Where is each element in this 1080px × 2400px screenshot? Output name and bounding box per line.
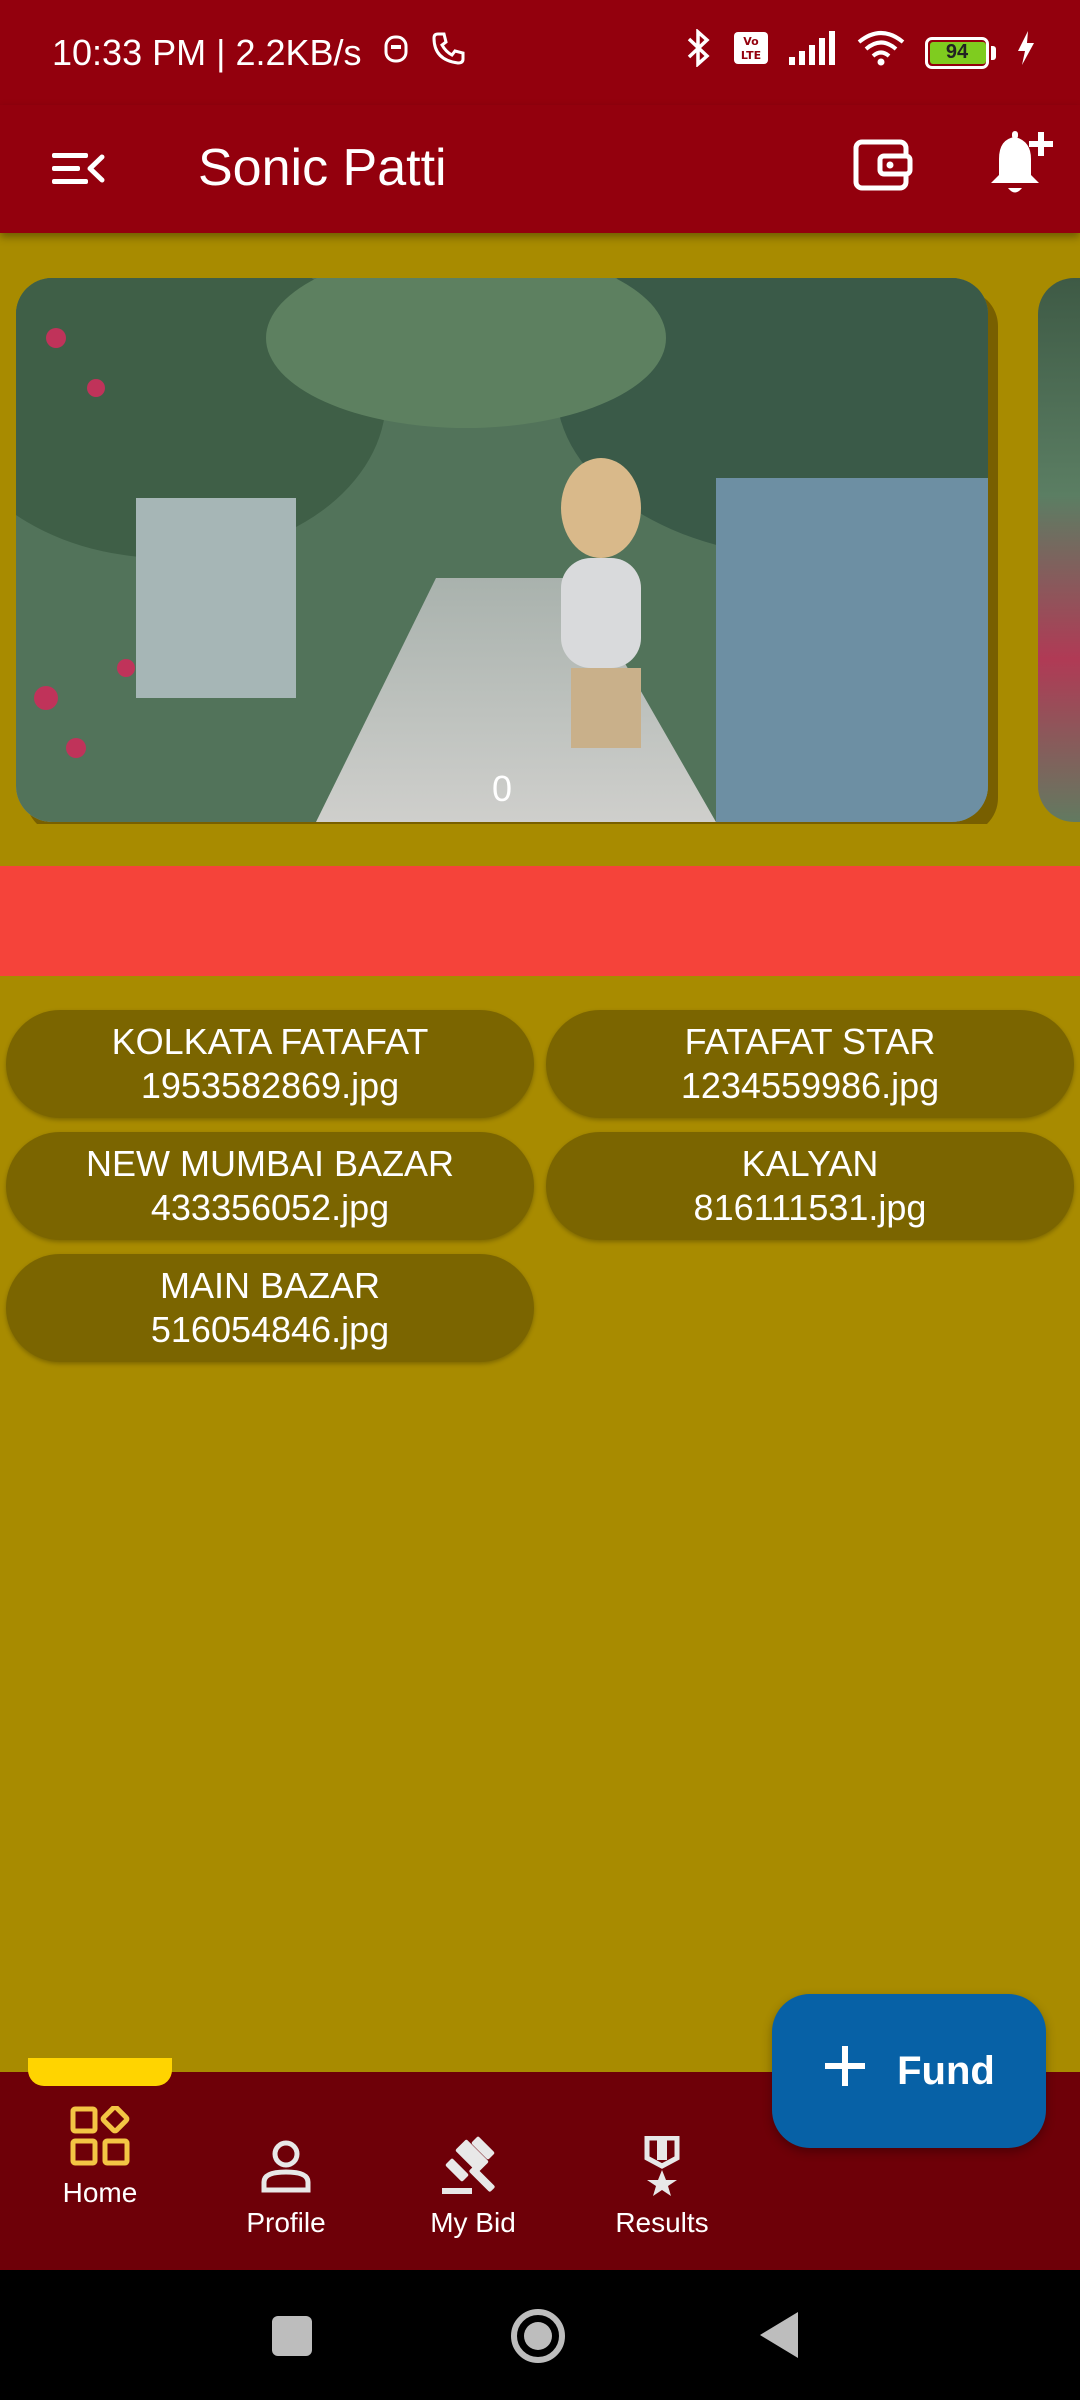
back-button[interactable] [758,2310,802,2360]
fund-button-label: Fund [897,2048,995,2093]
market-image-file: 516054846.jpg [150,1309,390,1350]
status-bar: 10:33 PM | 2.2KB/s Vo LTE 94 [0,0,1080,105]
person-icon [256,2136,316,2201]
nav-item-my-bid[interactable]: My Bid [413,2136,533,2239]
dashboard-icon [70,2104,130,2171]
notice-strip [0,866,1080,976]
bell-plus-icon[interactable] [985,127,1055,203]
market-name: KOLKATA FATAFAT [111,1021,429,1062]
nav-active-indicator [28,2058,172,2086]
market-image-file: 433356052.jpg [150,1187,390,1228]
nav-item-results[interactable]: Results [602,2135,722,2239]
wallet-icon[interactable] [850,132,916,198]
market-card[interactable]: FATAFAT STAR 1234559986.jpg [546,1010,1074,1118]
nav-label-results: Results [615,2207,709,2238]
banner-counter: 0 [491,768,513,809]
app-bar: Sonic Patti [0,105,1080,233]
banner-next-image[interactable] [1038,278,1080,822]
svg-text:Vo: Vo [743,35,759,48]
call-icon [430,30,466,75]
market-image-file: 1953582869.jpg [140,1065,400,1106]
market-card[interactable]: KALYAN 816111531.jpg [546,1132,1074,1240]
market-image-file: 816111531.jpg [693,1187,927,1228]
volte-icon: Vo LTE [733,31,769,74]
menu-collapse-icon[interactable] [48,139,108,199]
alarm-icon [382,31,410,74]
market-grid: KOLKATA FATAFAT 1953582869.jpg FATAFAT S… [6,1010,1074,1362]
wifi-icon [857,30,905,75]
battery-icon: 94 [925,36,989,69]
gavel-icon [440,2136,506,2201]
market-card[interactable]: KOLKATA FATAFAT 1953582869.jpg [6,1010,534,1118]
market-name: NEW MUMBAI BAZAR [85,1143,454,1184]
banner-carousel[interactable]: 0 [0,278,1080,824]
svg-text:LTE: LTE [741,49,761,62]
market-card[interactable]: NEW MUMBAI BAZAR 433356052.jpg [6,1132,534,1240]
market-name: KALYAN [741,1143,879,1184]
recents-button[interactable] [270,2314,314,2358]
system-nav-bar [0,2270,1080,2400]
medal-icon [637,2135,687,2201]
nav-label-home: Home [62,2177,138,2208]
page-title: Sonic Patti [198,139,447,197]
fund-button[interactable]: Fund [772,1994,1046,2148]
market-name: FATAFAT STAR [684,1021,936,1062]
market-image-file: 1234559986.jpg [680,1065,940,1106]
nav-label-profile: Profile [246,2207,326,2238]
market-card[interactable]: MAIN BAZAR 516054846.jpg [6,1254,534,1362]
market-name: MAIN BAZAR [159,1265,381,1306]
status-time: 10:33 PM | 2.2KB/s [52,31,362,73]
plus-icon [823,2044,867,2098]
nav-item-profile[interactable]: Profile [226,2136,346,2239]
home-button[interactable] [508,2306,568,2366]
nav-item-home[interactable]: Home [40,2104,160,2209]
signal-icon [789,31,837,74]
battery-level: 94 [945,41,969,63]
bluetooth-icon [683,28,713,76]
charging-icon [1016,31,1036,74]
nav-label-my-bid: My Bid [430,2207,516,2238]
banner-image[interactable]: 0 [16,278,988,822]
